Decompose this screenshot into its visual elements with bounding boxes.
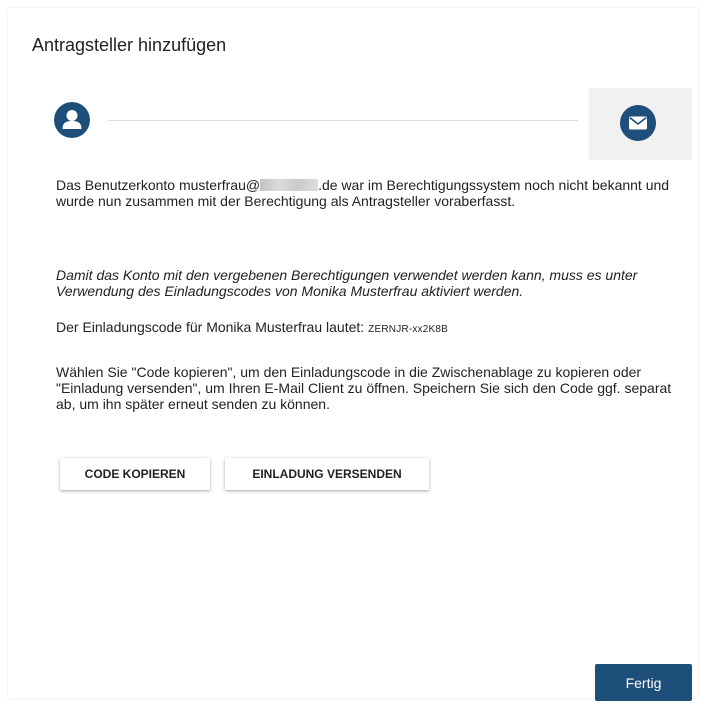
instructions-text: Wählen Sie "Code kopieren", um den Einla… [56,364,672,412]
dialog-title: Antragsteller hinzufügen [32,35,227,55]
step-invitation [589,88,692,160]
invitation-code-line: Der Einladungscode für Monika Musterfrau… [56,319,676,338]
invitation-code: ZERNJR-xx2K8B [368,324,449,335]
envelope-icon [620,105,656,141]
invitation-code-label: Der Einladungscode für Monika Musterfrau… [56,319,365,335]
stepper [54,88,692,160]
redacted-domain [260,179,319,191]
add-applicant-dialog: Antragsteller hinzufügen Das Benutzerkon… [8,8,698,698]
activation-note: Damit das Konto mit den vergebenen Berec… [56,267,638,299]
user-icon [54,102,90,138]
copy-code-button[interactable]: CODE KOPIEREN [60,458,210,490]
done-button[interactable]: Fertig [595,664,692,701]
send-invitation-button[interactable]: EINLADUNG VERSENDEN [225,458,429,490]
account-info-text: Das Benutzerkonto musterfrau@ .de war im … [56,177,670,209]
stepper-connector [108,120,578,121]
